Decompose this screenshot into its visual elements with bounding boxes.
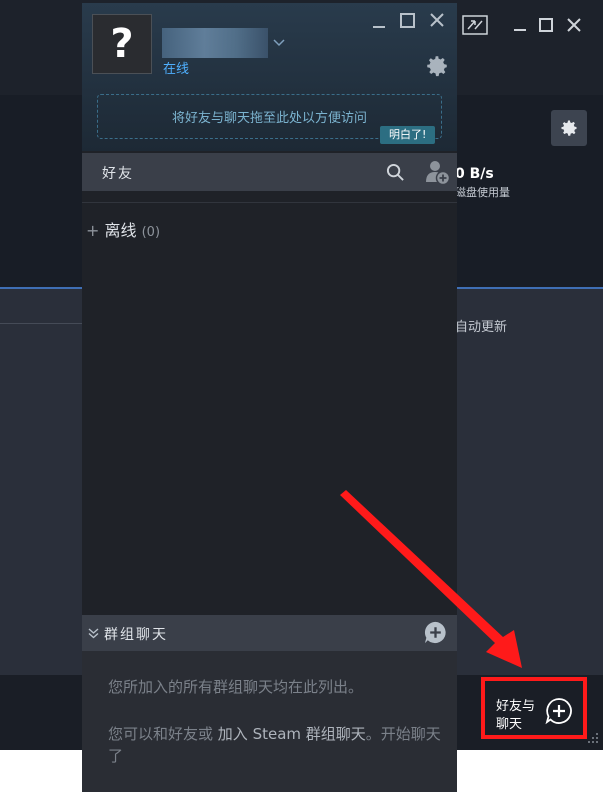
maximize-icon[interactable] [539, 18, 553, 32]
disk-usage-label: 磁盘使用量 [455, 186, 510, 199]
download-rate: 0 B/s [455, 166, 494, 182]
search-icon[interactable] [386, 163, 405, 182]
friends-section-header: 好友 [82, 153, 457, 191]
gear-icon[interactable] [424, 53, 450, 79]
group-chat-label: 群组聊天 [104, 627, 168, 643]
online-status: 在线 [163, 62, 190, 77]
friends-label: 好友 [102, 166, 134, 182]
join-steam-group-link[interactable]: 加入 Steam 群组聊天 [218, 725, 366, 743]
close-icon[interactable] [567, 18, 581, 32]
panel-divider [82, 202, 457, 203]
new-chat-icon [545, 698, 572, 725]
downloads-settings-button[interactable] [551, 110, 587, 146]
add-friend-icon[interactable] [424, 158, 452, 186]
friends-chat-label-line1: 好友与 [496, 699, 536, 714]
chevron-down-icon[interactable] [273, 38, 285, 48]
plus-icon: + [86, 221, 100, 240]
resize-grip-icon[interactable] [584, 731, 600, 747]
chevron-double-down-icon [88, 628, 99, 639]
list-divider [0, 323, 82, 324]
maximize-icon[interactable] [400, 13, 415, 28]
friends-chat-panel: ? 在线 将好友与聊天拖至此处以方便访问 明白了! 好友 + 离线 (0) 群组… [82, 3, 457, 792]
close-icon[interactable] [430, 13, 444, 27]
drop-zone-hint: 将好友与聊天拖至此处以方便访问 [171, 111, 367, 126]
auto-update-label: 自动更新 [455, 320, 508, 335]
offline-label: 离线 [104, 221, 137, 240]
blurred-username[interactable] [162, 28, 268, 58]
friends-chat-label-line2: 聊天 [496, 717, 523, 732]
restore-size-icon[interactable] [462, 15, 488, 35]
offline-group-toggle[interactable]: + 离线 (0) [86, 217, 160, 241]
avatar[interactable]: ? [92, 14, 152, 74]
group-chat-join-text: 您可以和好友或 加入 Steam 群组聊天。开始聊天了 [108, 723, 448, 767]
friends-panel-header: ? 在线 将好友与聊天拖至此处以方便访问 明白了! [82, 3, 457, 151]
friends-chat-button[interactable]: 好友与 聊天 [481, 677, 587, 739]
join-text-prefix: 您可以和好友或 [108, 725, 214, 743]
gear-icon [561, 120, 577, 136]
group-chat-section-header[interactable]: 群组聊天 [82, 615, 457, 651]
minimize-icon[interactable] [513, 18, 527, 32]
got-it-button[interactable]: 明白了! [380, 126, 436, 144]
offline-count: (0) [141, 225, 161, 240]
group-chat-empty-text: 您所加入的所有群组聊天均在此列出。 [108, 678, 364, 696]
add-group-chat-icon[interactable] [423, 620, 448, 645]
minimize-icon[interactable] [372, 15, 386, 29]
group-chat-list: 您所加入的所有群组聊天均在此列出。 您可以和好友或 加入 Steam 群组聊天。… [82, 651, 457, 792]
